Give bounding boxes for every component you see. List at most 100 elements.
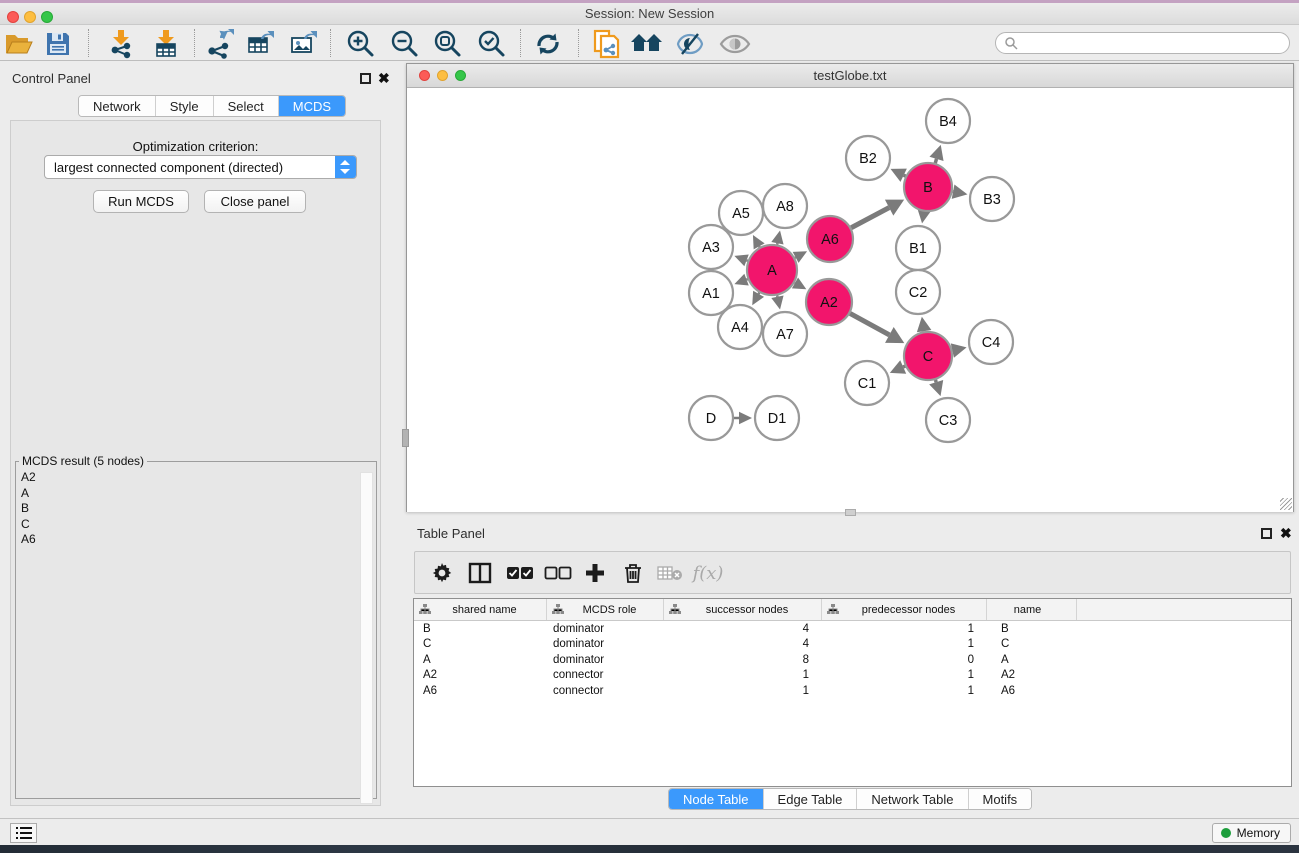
show-panel-list-button[interactable] — [10, 823, 37, 843]
table-cell[interactable]: 1 — [822, 668, 987, 684]
import-table-icon[interactable] — [148, 28, 184, 60]
graph-edge[interactable] — [935, 159, 936, 163]
column-header[interactable]: MCDS role — [547, 599, 664, 620]
memory-button[interactable]: Memory — [1212, 823, 1291, 843]
resize-grip-icon[interactable] — [1280, 498, 1292, 510]
table-cell[interactable] — [1077, 652, 1291, 668]
zoom-in-icon[interactable] — [343, 28, 379, 60]
mcds-result-item[interactable]: A2 — [21, 470, 376, 486]
add-column-icon[interactable] — [578, 557, 612, 589]
table-cell[interactable]: A — [987, 652, 1077, 668]
table-body[interactable]: Bdominator41BCdominator41CAdominator80AA… — [414, 621, 1291, 699]
mcds-result-item[interactable]: A6 — [21, 532, 376, 548]
clone-network-icon[interactable] — [589, 28, 625, 60]
deselect-all-icon[interactable] — [541, 557, 575, 589]
table-cell[interactable]: connector — [547, 668, 664, 684]
table-row[interactable]: Bdominator41B — [414, 621, 1291, 637]
table-cell[interactable] — [1077, 637, 1291, 653]
graph-edge[interactable] — [904, 175, 906, 176]
close-panel-icon[interactable]: ✖ — [378, 73, 390, 84]
graph-edge[interactable] — [851, 208, 889, 228]
table-cell[interactable]: A2 — [414, 668, 547, 684]
export-image-icon[interactable] — [286, 28, 322, 60]
column-header[interactable]: shared name — [414, 599, 547, 620]
export-table-icon[interactable] — [243, 28, 279, 60]
table-cell[interactable]: connector — [547, 683, 664, 699]
open-file-icon[interactable] — [1, 28, 37, 60]
graph-edge[interactable] — [935, 380, 936, 382]
close-panel-button[interactable]: Close panel — [204, 190, 306, 213]
table-cell[interactable] — [1077, 668, 1291, 684]
table-cell[interactable]: C — [414, 637, 547, 653]
table-cell[interactable] — [1077, 621, 1291, 637]
tab-network[interactable]: Network — [79, 96, 156, 116]
network-window-titlebar[interactable]: testGlobe.txt — [407, 64, 1293, 88]
mcds-result-item[interactable]: B — [21, 501, 376, 517]
table-cell[interactable]: 1 — [822, 683, 987, 699]
mcds-result-item[interactable]: A — [21, 486, 376, 502]
tab-network-table[interactable]: Network Table — [857, 789, 968, 809]
table-cell[interactable]: 0 — [822, 652, 987, 668]
import-network-icon[interactable] — [103, 28, 139, 60]
search-field[interactable] — [995, 32, 1290, 54]
home-icon[interactable] — [629, 28, 665, 60]
gear-icon[interactable] — [425, 557, 459, 589]
mcds-result-scrollbar[interactable] — [360, 472, 373, 804]
zoom-selected-icon[interactable] — [474, 28, 510, 60]
tab-select[interactable]: Select — [214, 96, 279, 116]
network-minimize-button[interactable] — [437, 70, 448, 81]
table-cell[interactable]: 4 — [664, 637, 822, 653]
table-cell[interactable]: 1 — [822, 621, 987, 637]
float-panel-icon[interactable] — [360, 73, 371, 84]
delete-column-icon[interactable] — [616, 557, 650, 589]
columns-icon[interactable] — [463, 557, 497, 589]
float-panel-icon[interactable] — [1261, 528, 1272, 539]
search-input[interactable] — [1018, 36, 1289, 50]
table-cell[interactable]: B — [987, 621, 1077, 637]
graph-edge[interactable] — [759, 293, 760, 294]
table-cell[interactable]: 4 — [664, 621, 822, 637]
table-row[interactable]: Cdominator41C — [414, 637, 1291, 653]
column-header[interactable]: name — [987, 599, 1077, 620]
table-row[interactable]: A6connector11A6 — [414, 683, 1291, 699]
table-row[interactable]: A2connector11A2 — [414, 668, 1291, 684]
tab-style[interactable]: Style — [156, 96, 214, 116]
table-cell[interactable]: dominator — [547, 637, 664, 653]
table-cell[interactable]: 1 — [822, 637, 987, 653]
network-close-button[interactable] — [419, 70, 430, 81]
tab-motifs[interactable]: Motifs — [969, 789, 1032, 809]
table-row[interactable]: Adominator80A — [414, 652, 1291, 668]
table-cell[interactable]: A — [414, 652, 547, 668]
table-cell[interactable] — [1077, 683, 1291, 699]
table-cell[interactable]: dominator — [547, 621, 664, 637]
table-cell[interactable]: C — [987, 637, 1077, 653]
table-cell[interactable]: dominator — [547, 652, 664, 668]
save-session-icon[interactable] — [40, 28, 76, 60]
network-graph[interactable]: AA1A2A3A4A5A6A7A8BB1B2B3B4CC1C2C3C4DD1 — [407, 89, 1293, 512]
export-network-icon[interactable] — [201, 28, 237, 60]
tab-node-table[interactable]: Node Table — [669, 789, 764, 809]
column-header[interactable]: predecessor nodes — [822, 599, 987, 620]
column-header[interactable]: successor nodes — [664, 599, 822, 620]
close-window-button[interactable] — [7, 11, 19, 23]
table-cell[interactable]: 8 — [664, 652, 822, 668]
tab-mcds[interactable]: MCDS — [279, 96, 345, 116]
splitter-handle[interactable] — [402, 429, 409, 447]
zoom-out-icon[interactable] — [387, 28, 423, 60]
table-cell[interactable]: B — [414, 621, 547, 637]
criterion-dropdown[interactable]: largest connected component (directed) — [44, 155, 357, 179]
tab-edge-table[interactable]: Edge Table — [764, 789, 858, 809]
table-cell[interactable]: 1 — [664, 683, 822, 699]
hide-graphics-details-icon[interactable] — [672, 28, 708, 60]
refresh-icon[interactable] — [530, 28, 566, 60]
table-cell[interactable]: 1 — [664, 668, 822, 684]
splitter-handle[interactable] — [845, 509, 856, 516]
table-cell[interactable]: A6 — [414, 683, 547, 699]
run-mcds-button[interactable]: Run MCDS — [93, 190, 189, 213]
close-panel-icon[interactable]: ✖ — [1280, 528, 1292, 539]
minimize-window-button[interactable] — [24, 11, 36, 23]
mcds-result-list[interactable]: A2ABCA6 — [16, 468, 376, 548]
select-all-icon[interactable] — [503, 557, 537, 589]
network-canvas[interactable]: AA1A2A3A4A5A6A7A8BB1B2B3B4CC1C2C3C4DD1 — [407, 89, 1293, 512]
graph-edge[interactable] — [903, 366, 905, 367]
